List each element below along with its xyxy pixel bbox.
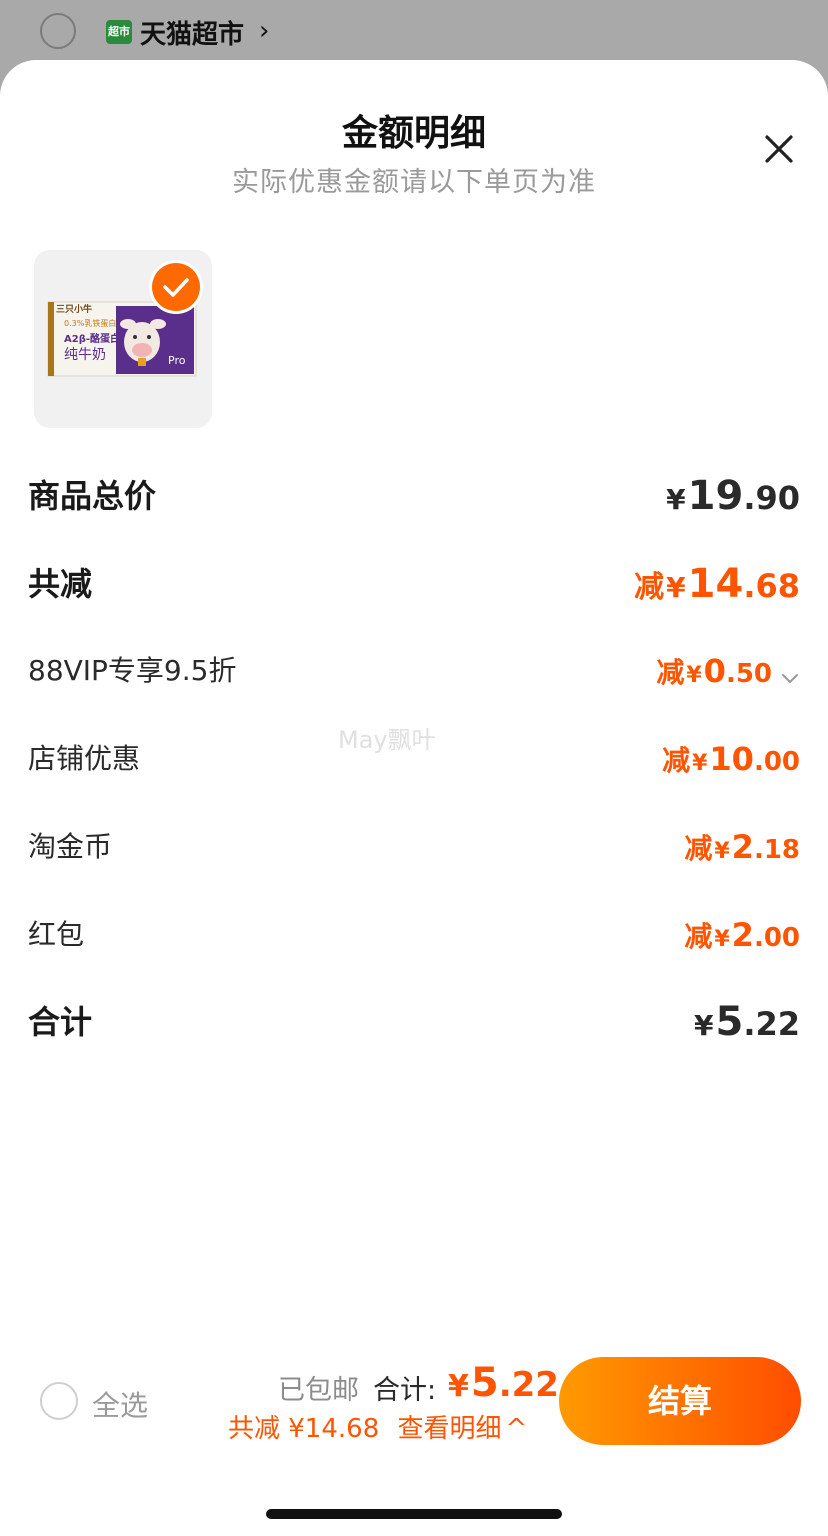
row-label: 红包 bbox=[28, 918, 85, 951]
row-88vip-discount[interactable]: 88VIP专享9.5折 减¥0.50 bbox=[28, 641, 800, 701]
chevron-right-icon[interactable]: › bbox=[259, 16, 269, 46]
row-amount: ¥5.22 bbox=[693, 999, 800, 1045]
product-line1-text: A2β-酪蛋白 bbox=[64, 334, 121, 345]
row-taojinbi-discount: 淘金币 减¥2.18 bbox=[28, 817, 800, 877]
row-amount: 减¥10.00 bbox=[662, 740, 800, 778]
row-label: 店铺优惠 bbox=[28, 742, 141, 775]
sheet-subtitle: 实际优惠金额请以下单页为准 bbox=[232, 167, 596, 198]
row-label: 合计 bbox=[28, 1003, 93, 1041]
amount-detail-sheet: 金额明细 实际优惠金额请以下单页为准 三只小牛 0.3%乳铁蛋白 A2β-酪蛋白… bbox=[0, 60, 828, 1536]
row-label: 88VIP专享9.5折 bbox=[28, 654, 237, 687]
row-amount: 减¥14.68 bbox=[634, 561, 800, 607]
select-all-radio[interactable] bbox=[40, 1382, 78, 1420]
watermark: May飘叶 bbox=[338, 726, 436, 754]
selected-check-icon[interactable] bbox=[152, 263, 200, 311]
shipping-status: 已包邮 bbox=[278, 1375, 359, 1406]
checkout-button[interactable]: 结算 bbox=[559, 1357, 801, 1445]
row-label: 共减 bbox=[28, 565, 93, 603]
product-pro-text: Pro bbox=[168, 354, 186, 367]
product-tag-text: 0.3%乳铁蛋白 bbox=[64, 319, 117, 328]
view-detail-link[interactable]: 查看明细 ^ bbox=[398, 1414, 528, 1444]
product-line2-text: 纯牛奶 bbox=[64, 347, 106, 363]
tmall-supermarket-logo-icon: 超市 bbox=[106, 20, 132, 44]
close-icon[interactable] bbox=[762, 132, 796, 166]
select-all-label[interactable]: 全选 bbox=[92, 1384, 148, 1424]
row-label: 商品总价 bbox=[28, 477, 157, 515]
row-amount: 减¥2.00 bbox=[684, 916, 800, 954]
row-grand-total: 合计 ¥5.22 bbox=[28, 992, 800, 1052]
row-goods-total: 商品总价 ¥19.90 bbox=[28, 466, 800, 526]
row-amount: 减¥0.50 bbox=[656, 641, 800, 707]
store-name[interactable]: 天猫超市 bbox=[140, 14, 244, 51]
row-label: 淘金币 bbox=[28, 830, 113, 863]
discount-text: 共减 ¥14.68 bbox=[228, 1414, 380, 1444]
chevron-down-icon[interactable] bbox=[780, 671, 800, 685]
discount-summary: 共减 ¥14.68 查看明细 ^ bbox=[228, 1408, 527, 1445]
row-redpacket-discount: 红包 减¥2.00 bbox=[28, 905, 800, 965]
row-amount: ¥19.90 bbox=[666, 473, 800, 519]
sheet-title: 金额明细 bbox=[341, 113, 486, 154]
product-brand-text: 三只小牛 bbox=[56, 305, 93, 315]
row-amount: 减¥2.18 bbox=[684, 828, 800, 866]
total-label: 合计: bbox=[373, 1375, 437, 1406]
total-amount: ¥5.22 bbox=[448, 1360, 559, 1406]
chevron-up-icon[interactable]: ^ bbox=[506, 1414, 528, 1444]
row-total-discount: 共减 减¥14.68 bbox=[28, 554, 800, 614]
store-select-radio[interactable] bbox=[40, 13, 76, 49]
home-indicator bbox=[266, 1509, 562, 1519]
